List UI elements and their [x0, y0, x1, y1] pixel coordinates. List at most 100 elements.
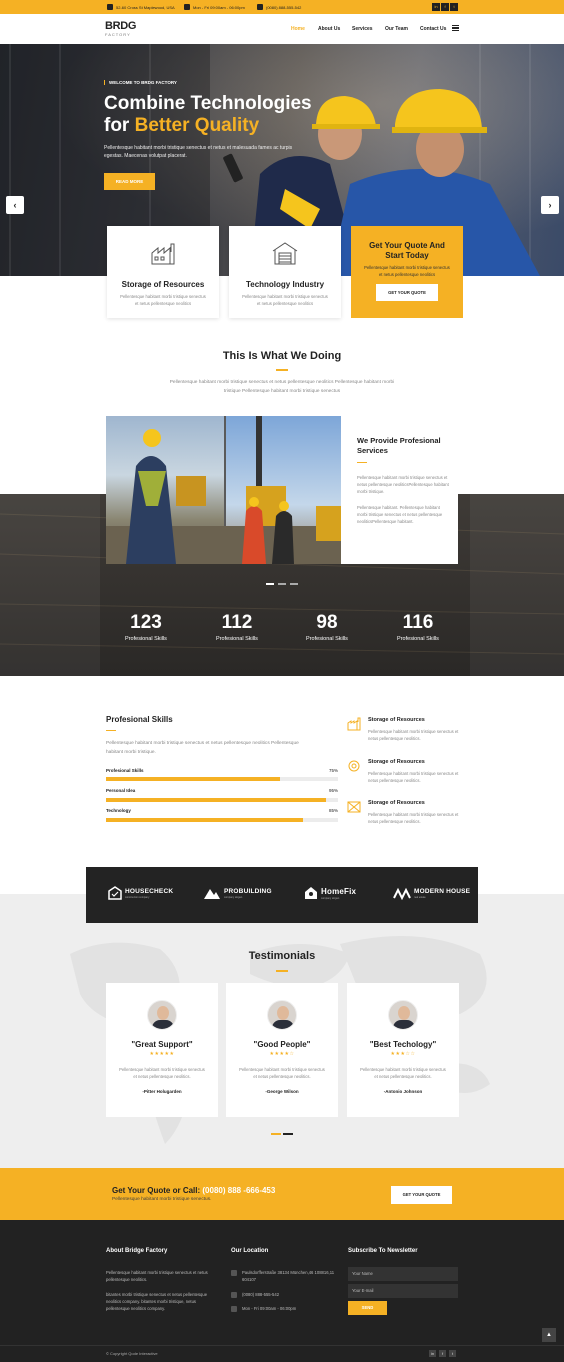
skill-percent: 75% — [328, 768, 338, 773]
twitter-icon[interactable]: t — [449, 1350, 456, 1357]
title-underline — [106, 730, 116, 732]
avatar — [267, 1000, 297, 1030]
skill-percent: 85% — [328, 808, 338, 813]
feature-desc: Pellentesque habitant morbi tristique se… — [120, 294, 206, 306]
probuilding-logo-icon — [204, 889, 220, 899]
newsletter-send-button[interactable]: SEND — [348, 1301, 387, 1315]
skill-bar — [106, 818, 338, 822]
testimonial-card: "Great Support" ★★★★★ Pellentesque habit… — [106, 983, 218, 1117]
hero-title-line2: for Better Quality — [104, 115, 259, 137]
testimonial-text: Pellentesque habitant morbi tristique se… — [360, 1067, 446, 1079]
prev-slide-button[interactable]: ‹ — [6, 196, 24, 214]
feature-desc: Pellentesque habitant morbi tristique se… — [242, 294, 328, 306]
quote-card-desc: Pellentesque habitant morbi tristique se… — [364, 265, 450, 277]
footer-address-text: Paulsdorfferstraße 38134 München,46 1088… — [242, 1270, 335, 1282]
carousel-dot[interactable] — [278, 583, 286, 585]
feature-card-technology[interactable]: Technology Industry Pellentesque habitan… — [229, 226, 341, 318]
nav-about[interactable]: About Us — [318, 26, 340, 32]
testimonial-dot-active[interactable] — [271, 1133, 281, 1135]
services-card-p1: Pellentesque habitant morbi tristique se… — [357, 475, 449, 494]
brand-tagline: company slogan — [321, 896, 340, 900]
stat-item: 112 Profesional Skills — [192, 612, 282, 642]
section-desc-doing: Pellentesque habitant morbi tristique se… — [169, 380, 395, 394]
brand-tagline: construction company — [125, 895, 150, 899]
stat-label: Profesional Skills — [397, 636, 439, 642]
testimonial-text: Pellentesque habitant morbi tristique se… — [119, 1067, 205, 1079]
factory-icon — [151, 243, 175, 265]
testimonial-dot[interactable] — [283, 1133, 293, 1135]
nav-contact[interactable]: Contact Us — [420, 26, 446, 32]
brand-homefix[interactable]: HomeFix company slogan — [304, 886, 356, 900]
skill-label: Technology — [106, 808, 131, 813]
logo[interactable]: BRDG — [105, 20, 137, 32]
twitter-icon[interactable]: t — [450, 3, 458, 11]
brand-name: PROBUILDING — [224, 887, 272, 895]
cta-get-quote-button[interactable]: GET YOUR QUOTE — [391, 1186, 452, 1204]
brand-housecheck[interactable]: HOUSECHECK construction company — [108, 886, 173, 900]
hero-title-line1: Combine Technologies — [104, 93, 312, 114]
service-desc: Pellentesque habitant morbi tristique se… — [368, 771, 459, 783]
facebook-icon[interactable]: f — [439, 1350, 446, 1357]
get-quote-button[interactable]: GET YOUR QUOTE — [376, 284, 438, 301]
warehouse-icon — [272, 242, 298, 265]
footer-about-p2: bitantes morbi tristique senectus et net… — [106, 1292, 208, 1311]
testimonial-text: Pellentesque habitant morbi tristique se… — [239, 1067, 325, 1079]
skill-bar-fill — [106, 818, 304, 822]
title-underline — [276, 369, 288, 371]
testimonials-title: Testimonials — [248, 950, 316, 962]
phone-icon — [231, 1291, 237, 1298]
newsletter-email-input[interactable]: Your E-mail — [348, 1284, 458, 1298]
brand-probuilding[interactable]: PROBUILDING company slogan — [203, 886, 272, 900]
feature-title: Storage of Resources — [121, 280, 205, 289]
modernhouse-logo-icon — [393, 887, 411, 900]
stat-label: Profesional Skills — [306, 636, 348, 642]
stat-label: Profesional Skills — [125, 636, 167, 642]
rating-stars: ★★★★☆ — [269, 1051, 295, 1057]
quote-card-title: Get Your Quote And Start Today — [369, 241, 445, 260]
blueprint-icon — [347, 801, 361, 813]
carousel-dot-active[interactable] — [266, 583, 274, 585]
feature-card-storage[interactable]: Storage of Resources Pellentesque habita… — [107, 226, 219, 318]
stat-value: 116 — [402, 612, 434, 633]
stat-item: 123 Profesional Skills — [101, 612, 191, 642]
next-slide-button[interactable]: › — [541, 196, 559, 214]
nav-services[interactable]: Services — [352, 26, 373, 32]
linkedin-icon[interactable]: in — [429, 1350, 436, 1357]
cta-phone[interactable]: (0080) 888 -666-453 — [202, 1186, 275, 1195]
rating-stars: ★★★☆☆ — [390, 1051, 416, 1057]
footer-location-title: Our Location — [231, 1248, 269, 1254]
skill-label: Profesional Skills — [106, 768, 144, 773]
clock-icon — [184, 4, 190, 10]
footer-phone-text: (0080) 888-555-542 — [242, 1292, 280, 1297]
homefix-logo-icon — [305, 887, 317, 899]
footer-newsletter-title: Subscribe To Newsletter — [348, 1248, 418, 1254]
menu-icon[interactable] — [452, 25, 459, 31]
gear-icon — [348, 760, 360, 772]
logo-subtitle: FACTORY — [105, 32, 131, 37]
skill-bar-fill — [106, 777, 280, 781]
stat-item: 98 Profesional Skills — [282, 612, 372, 642]
back-to-top-button[interactable]: ▲ — [542, 1328, 556, 1342]
stat-item: 116 Profesional Skills — [373, 612, 463, 642]
rating-stars: ★★★★★ — [149, 1051, 175, 1057]
footer-divider — [0, 1345, 564, 1346]
linkedin-icon[interactable]: in — [432, 3, 440, 11]
skills-title: Profesional Skills — [106, 715, 173, 724]
avatar — [147, 1000, 177, 1030]
footer-hours: Mon - Fri 09:00am - 06:00pm — [231, 1305, 296, 1312]
footer-address: Paulsdorfferstraße 38134 München,46 1088… — [231, 1269, 341, 1283]
nav-home[interactable]: Home — [291, 26, 305, 32]
read-more-button[interactable]: READ MORE — [104, 173, 155, 190]
location-icon — [107, 4, 113, 10]
newsletter-name-input[interactable]: Your Name — [348, 1267, 458, 1281]
service-desc: Pellentesque habitant morbi tristique se… — [368, 729, 459, 741]
facebook-icon[interactable]: f — [441, 3, 449, 11]
carousel-dot[interactable] — [290, 583, 298, 585]
brand-modernhouse[interactable]: MODERN HOUSE real estate — [393, 886, 470, 900]
phone-info: (0080) 888-555-542 — [257, 4, 301, 10]
main-nav — [0, 14, 564, 44]
testimonial-author: -George Wilson — [265, 1089, 299, 1094]
housecheck-logo-icon — [108, 886, 122, 900]
stat-value: 98 — [316, 612, 338, 633]
nav-team[interactable]: Our Team — [385, 26, 408, 32]
